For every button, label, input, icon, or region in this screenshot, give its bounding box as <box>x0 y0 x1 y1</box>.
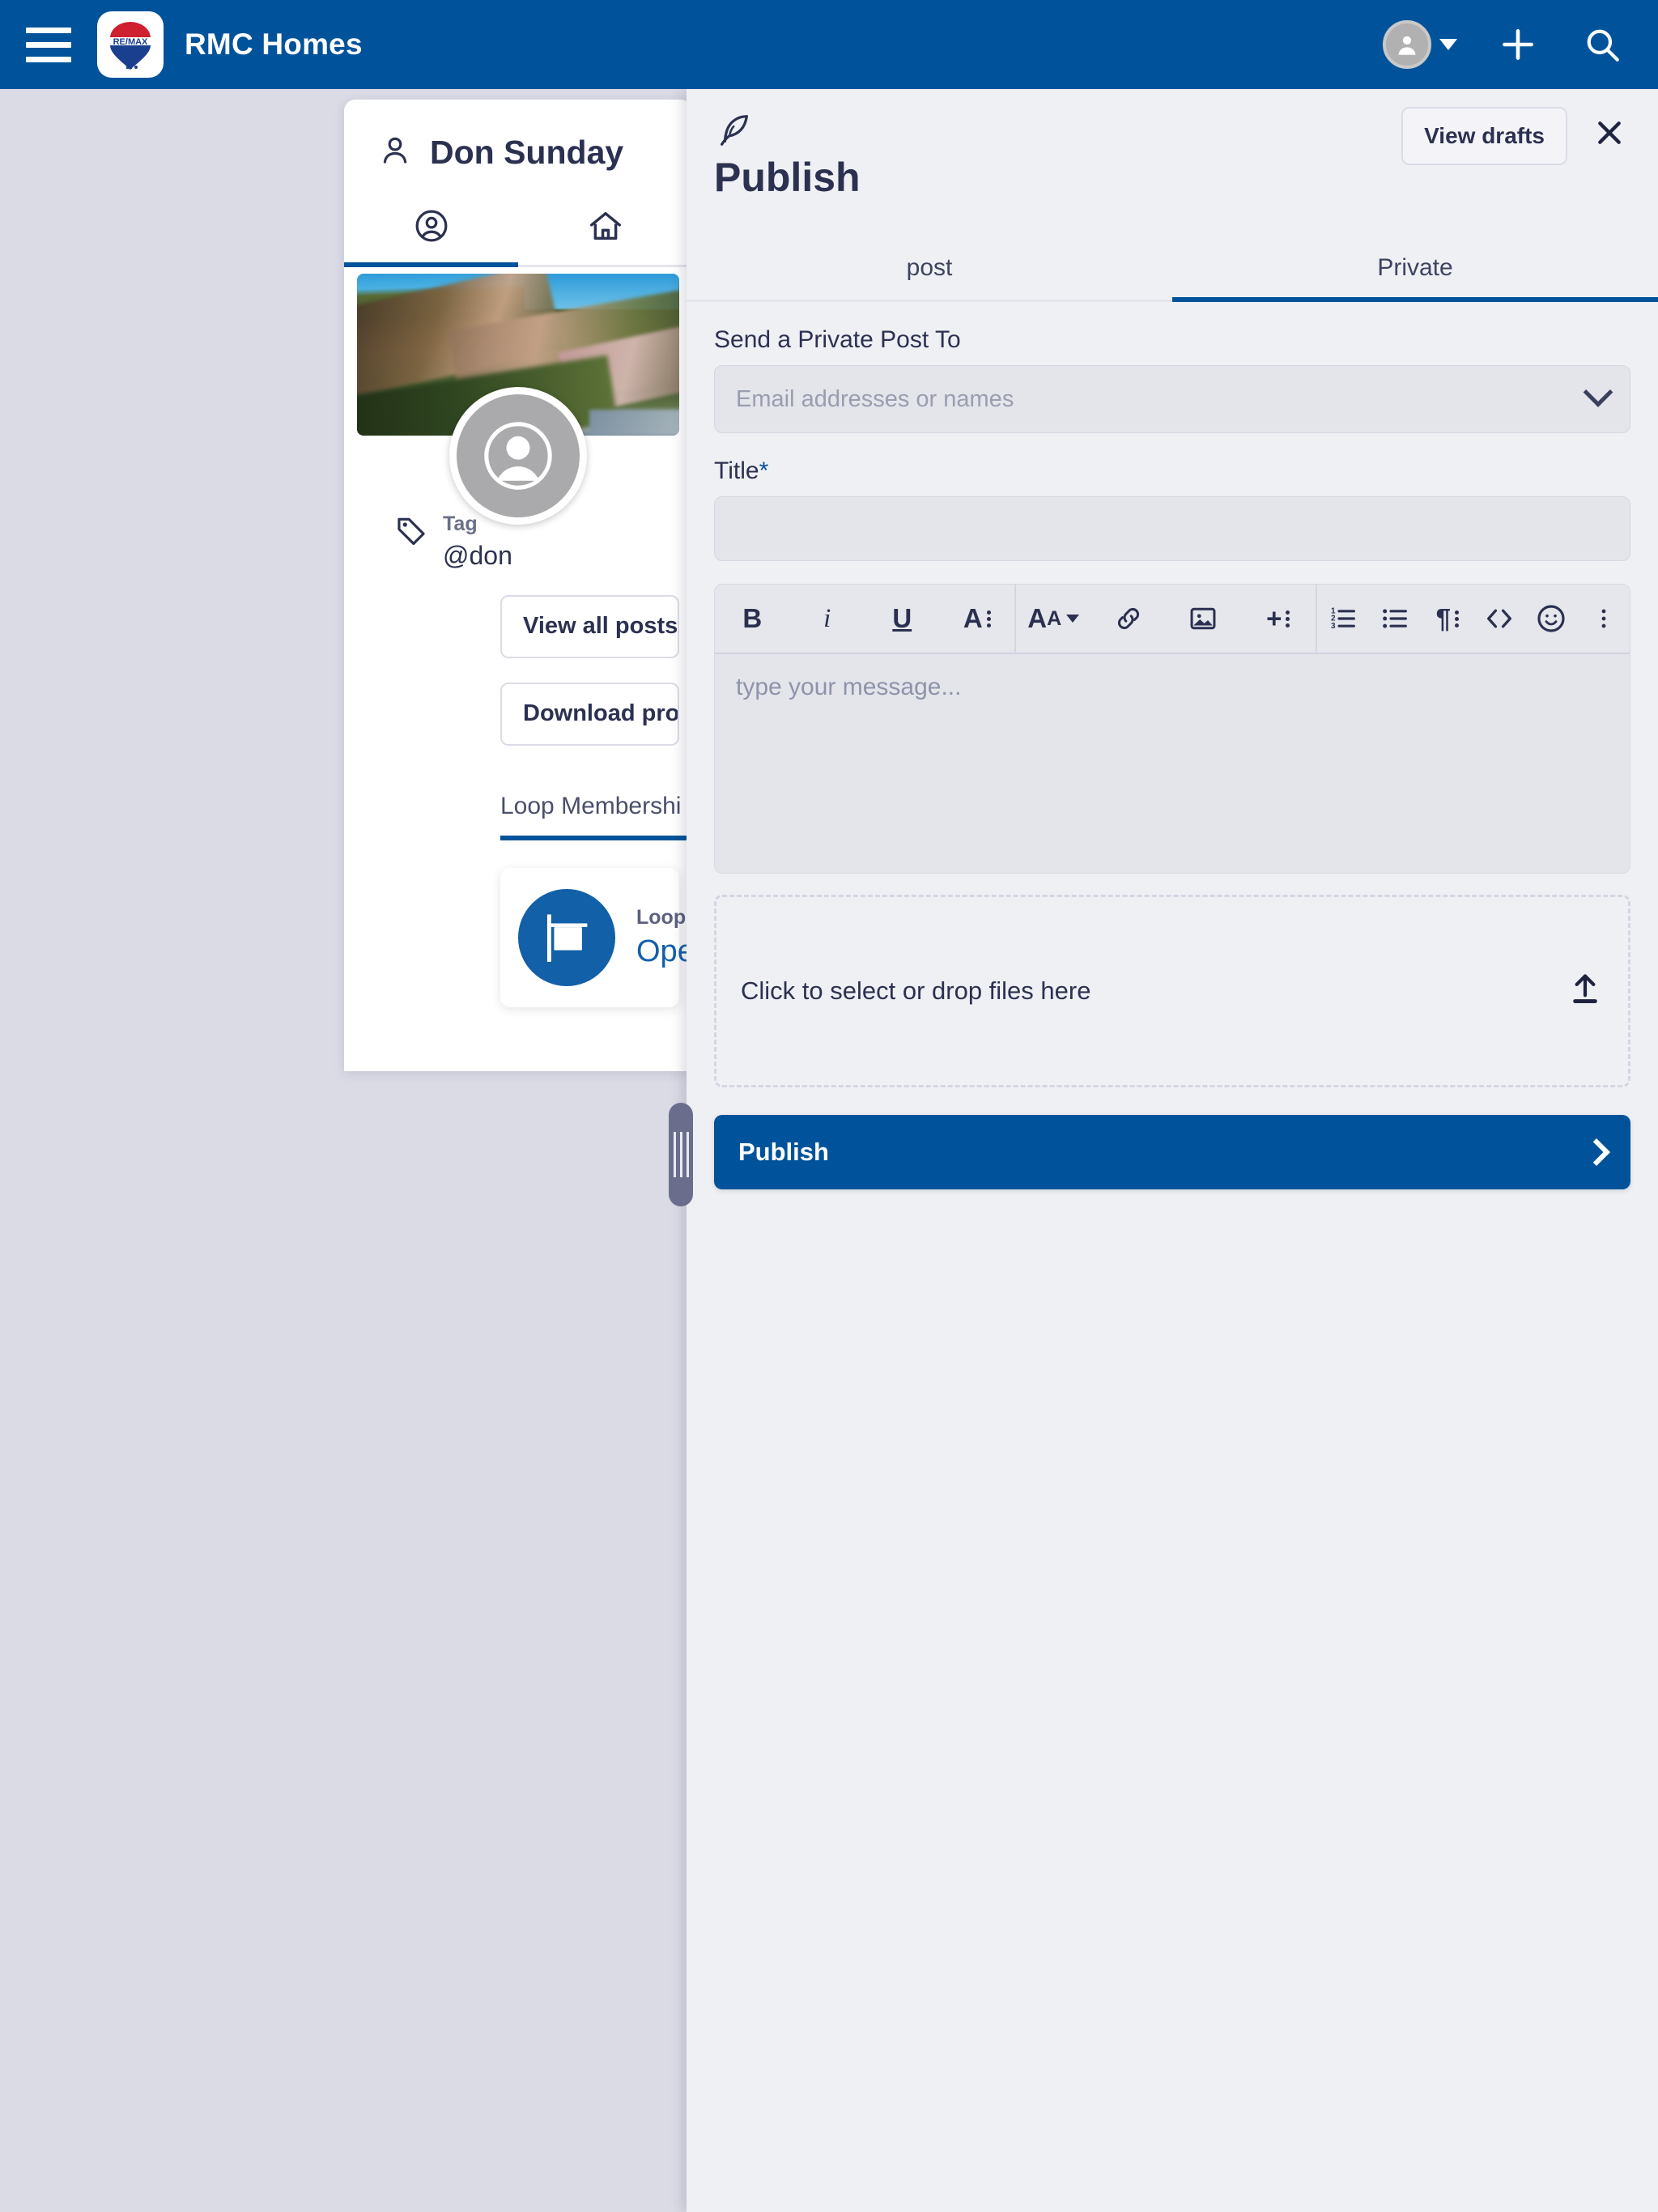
message-placeholder: type your message... <box>736 674 962 700</box>
editor-toolbar: B i U A AA + 1 2 3 ¶ <box>715 585 1630 654</box>
profile-name-row: Don Sunday <box>344 100 692 172</box>
publish-panel: View drafts Publish post Private Send a … <box>687 89 1658 2212</box>
feather-quill-icon <box>716 112 753 153</box>
italic-icon[interactable]: i <box>790 585 865 653</box>
recipients-placeholder: Email addresses or names <box>736 385 1014 412</box>
publish-panel-header: View drafts Publish <box>687 89 1658 201</box>
remax-balloon-logo[interactable]: RE/MAX <box>97 11 164 78</box>
profile-tag: Tag @don <box>394 513 692 571</box>
code-icon[interactable] <box>1473 585 1525 653</box>
emoji-icon[interactable] <box>1525 585 1577 653</box>
font-size-icon[interactable]: AA <box>1016 585 1091 653</box>
view-all-posts-button[interactable]: View all posts an <box>500 594 679 658</box>
text-color-icon[interactable]: A <box>940 585 1015 653</box>
bullet-list-icon[interactable] <box>1369 585 1421 653</box>
chevron-down-icon <box>1583 377 1613 407</box>
loop-card-meta: Loop Ope <box>636 906 692 969</box>
realestate-sign-icon <box>518 888 615 986</box>
tab-home[interactable] <box>518 196 692 265</box>
publish-button[interactable]: Publish <box>714 1115 1630 1189</box>
tag-value: @don <box>443 540 512 570</box>
more-options-icon[interactable] <box>1578 585 1630 653</box>
app-header-actions <box>1383 20 1626 69</box>
svg-text:RE/MAX: RE/MAX <box>113 37 148 47</box>
home-icon <box>587 207 624 249</box>
loop-tabs: Loop Membershi <box>500 785 692 840</box>
chevron-right-icon <box>1583 1138 1610 1166</box>
tab-loop-membership[interactable]: Loop Membershi <box>500 785 692 840</box>
app-title: RMC Homes <box>185 28 363 61</box>
default-user-avatar-icon <box>476 414 560 498</box>
paragraph-format-icon[interactable]: ¶ <box>1422 585 1473 653</box>
user-avatar-icon <box>1383 20 1431 69</box>
numbered-list-icon[interactable]: 1 2 3 <box>1317 585 1369 653</box>
message-editor: B i U A AA + 1 2 3 ¶ type your message..… <box>714 584 1630 874</box>
tag-icon <box>394 513 428 551</box>
dropzone-label: Click to select or drop files here <box>741 976 1091 1005</box>
user-menu-button[interactable] <box>1383 20 1457 69</box>
title-label: Title* <box>714 457 769 484</box>
underline-icon[interactable]: U <box>865 585 940 653</box>
app-root: RE/MAX RMC Homes Don Sunday Tag @don Vie… <box>0 0 1658 2212</box>
person-outline-icon <box>378 134 412 172</box>
image-icon[interactable] <box>1166 585 1241 653</box>
message-input[interactable]: type your message... <box>715 654 1630 873</box>
download-profile-button[interactable]: Download profile <box>500 682 679 746</box>
bold-icon[interactable]: B <box>715 585 790 653</box>
upload-icon <box>1567 971 1604 1012</box>
recipients-select[interactable]: Email addresses or names <box>714 365 1630 433</box>
hamburger-menu-icon[interactable] <box>26 19 78 70</box>
publish-form: Send a Private Post To Email addresses o… <box>687 326 1658 1189</box>
loop-membership-card[interactable]: Loop Ope <box>500 867 692 1007</box>
search-icon[interactable] <box>1579 21 1626 68</box>
close-x-icon[interactable] <box>1588 112 1630 154</box>
app-header: RE/MAX RMC Homes <box>0 0 1658 89</box>
svg-text:3: 3 <box>1331 622 1336 631</box>
tab-post[interactable]: post <box>687 243 1172 300</box>
profile-card: Don Sunday Tag @don View all posts Downl… <box>344 100 692 1071</box>
loop-card-label: Loop <box>636 905 687 929</box>
insert-icon[interactable]: + <box>1241 585 1316 653</box>
link-icon[interactable] <box>1091 585 1167 653</box>
avatar[interactable] <box>449 387 587 525</box>
person-circle-icon <box>413 207 450 249</box>
profile-tabs <box>344 196 692 267</box>
plus-icon[interactable] <box>1494 21 1541 68</box>
tab-profile[interactable] <box>344 196 518 267</box>
page-title: Don Sunday <box>430 134 624 171</box>
view-drafts-button[interactable]: View drafts <box>1401 107 1567 165</box>
cover-photo-wrap <box>344 274 692 525</box>
title-input[interactable] <box>714 496 1630 561</box>
chevron-down-icon <box>1439 39 1457 50</box>
panel-resize-handle[interactable] <box>669 1103 693 1206</box>
tab-private[interactable]: Private <box>1172 243 1658 302</box>
publish-button-label: Publish <box>738 1138 829 1166</box>
loop-card-value: Ope <box>636 934 692 968</box>
file-dropzone[interactable]: Click to select or drop files here <box>714 895 1630 1087</box>
publish-tabs: post Private <box>687 243 1658 302</box>
recipients-label: Send a Private Post To <box>714 326 961 353</box>
required-mark: * <box>759 457 769 484</box>
